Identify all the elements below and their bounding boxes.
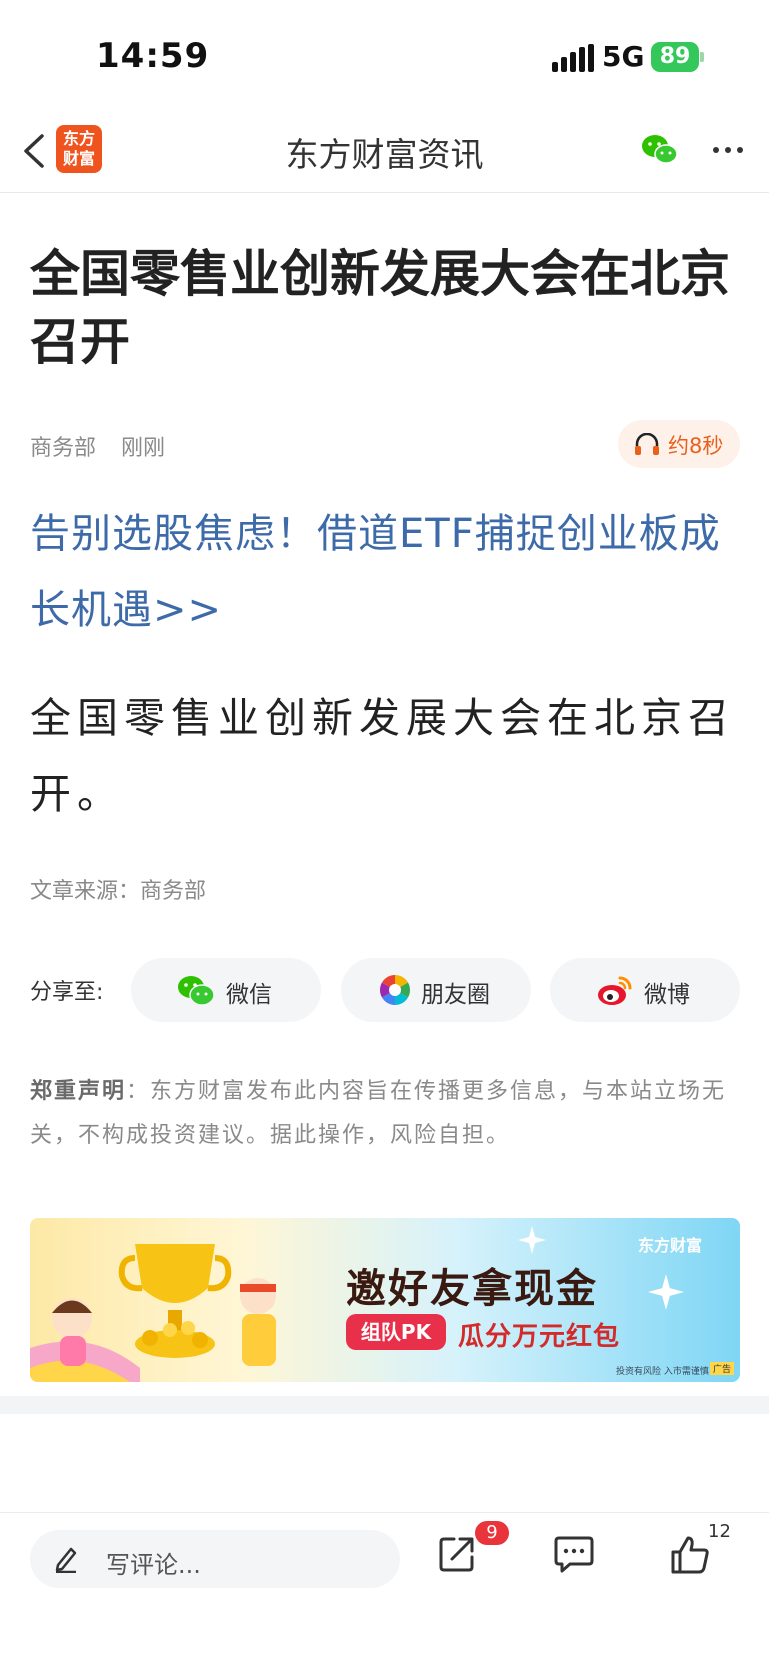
banner-risk-text: 投资有风险 入市需谨慎: [616, 1367, 709, 1377]
promo-link[interactable]: 告别选股焦虑！借道ETF捕捉创业板成长机遇>>: [30, 496, 742, 648]
ad-label: 广告: [710, 1362, 735, 1375]
share-moments-button[interactable]: 朋友圈: [341, 958, 531, 1022]
nav-bar: 东方 财富 东方财富资讯: [0, 110, 769, 193]
listen-button[interactable]: 约8秒: [618, 420, 740, 468]
status-bar: 14:59 5G 89: [0, 0, 769, 110]
battery-tip: [700, 52, 704, 62]
disclaimer: 郑重声明：东方财富发布此内容旨在传播更多信息，与本站立场无关，不构成投资建议。据…: [30, 1070, 742, 1158]
like-count: 12: [708, 1521, 731, 1542]
share-wechat-button[interactable]: 微信: [131, 958, 321, 1022]
article-source-line: 文章来源：商务部: [30, 879, 207, 904]
headphones-icon: [635, 433, 659, 455]
comment-icon[interactable]: [554, 1535, 594, 1573]
share-option-label: 微博: [644, 982, 690, 1008]
disclaimer-label: 郑重声明: [30, 1079, 127, 1104]
comment-placeholder: 写评论...: [106, 1551, 201, 1579]
banner-tag: 组队PK: [346, 1314, 446, 1350]
wechat-icon[interactable]: [640, 130, 680, 170]
article-time: 刚刚: [121, 436, 166, 461]
weibo-icon: [598, 976, 632, 1005]
network-type: 5G: [602, 40, 645, 73]
share-option-label: 朋友圈: [421, 982, 490, 1008]
comment-input[interactable]: 写评论...: [30, 1530, 400, 1588]
article-body: 全国零售业创新发展大会在北京召开。: [30, 694, 735, 818]
section-divider: [0, 1396, 769, 1414]
ad-banner[interactable]: 东方财富 邀好友拿现金 组队PK 瓜分万元红包 投资有风险 入市需谨慎 广告: [30, 1218, 740, 1382]
share-label: 分享至:: [30, 980, 104, 1005]
banner-brand: 东方财富: [638, 1236, 703, 1255]
listen-duration: 约8秒: [668, 434, 724, 458]
banner-subline: 瓜分万元红包: [458, 1322, 621, 1352]
battery-icon: 89: [651, 42, 699, 72]
bottom-bar: 写评论... 9 12: [0, 1512, 769, 1666]
trophy-illustration-icon: [30, 1244, 276, 1382]
like-icon[interactable]: [670, 1535, 710, 1575]
article-title: 全国零售业创新发展大会在北京召开: [30, 245, 730, 371]
sparkle-icon: [648, 1274, 684, 1310]
wechat-icon: [178, 976, 215, 1006]
article-source: 商务部: [30, 436, 97, 461]
signal-icon: [552, 44, 594, 72]
moments-icon: [379, 975, 411, 1005]
share-count-badge: 9: [475, 1521, 509, 1545]
article-meta: 商务部 刚刚: [30, 430, 165, 462]
share-weibo-button[interactable]: 微博: [550, 958, 740, 1022]
pen-icon: [55, 1547, 77, 1573]
more-icon[interactable]: [710, 138, 746, 162]
disclaimer-text: ：东方财富发布此内容旨在传播更多信息，与本站立场无关，不构成投资建议。据此操作，…: [30, 1079, 727, 1148]
share-option-label: 微信: [226, 982, 272, 1008]
status-time: 14:59: [96, 36, 210, 76]
share-icon[interactable]: [438, 1535, 476, 1573]
sparkle-icon: [518, 1226, 546, 1254]
banner-headline: 邀好友拿现金: [346, 1266, 598, 1312]
